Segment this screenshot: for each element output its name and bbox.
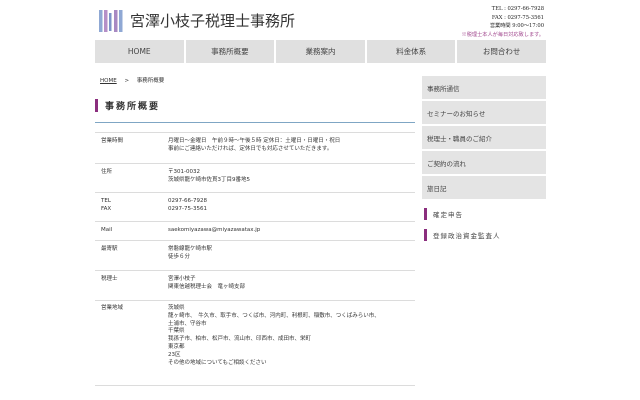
logo-icon[interactable] bbox=[99, 9, 123, 33]
contact-note: ※税理士本人が毎日対応致します。 bbox=[461, 31, 544, 38]
main-nav: HOME 事務所概要 業務案内 料金体系 お問合わせ bbox=[95, 40, 546, 63]
table-row: 最寄駅 常磐線龍ケ崎市駅 徒歩６分 bbox=[95, 240, 415, 270]
sidebar-item-travel-diary[interactable]: 旅日記 bbox=[422, 176, 546, 199]
table-row: 営業時間 月曜日〜金曜日 午前９時〜午後５時 定休日：土曜日・日曜日・祝日 事前… bbox=[95, 132, 415, 163]
page-title: 事務所概要 bbox=[95, 97, 415, 123]
row-label: 営業時間 bbox=[101, 138, 124, 144]
sidebar-item-newsletter[interactable]: 事務所通信 bbox=[422, 76, 546, 99]
sidebar: 事務所通信 セミナーのお知らせ 税理士・職員のご紹介 ご契約の流れ 旅日記 確定… bbox=[422, 76, 546, 241]
tel-number: TEL : 0297-66-7928 bbox=[491, 6, 544, 12]
table-row: 税理士 宮澤小枝子 関東信越税理士会 竜ヶ崎支部 bbox=[95, 270, 415, 300]
sidebar-link-label: 確定申告 bbox=[433, 211, 463, 219]
row-value: 0297-66-7928 0297-75-3561 bbox=[168, 198, 207, 212]
breadcrumb-current: 事務所概要 bbox=[136, 78, 165, 84]
contact-info: TEL : 0297-66-7928 FAX : 0297-75-3561 営業… bbox=[462, 5, 544, 39]
row-value[interactable]: saekomiyazawa@miyazawatax.jp bbox=[168, 227, 415, 240]
sidebar-item-seminar[interactable]: セミナーのお知らせ bbox=[422, 101, 546, 124]
site-title[interactable]: 宮澤小枝子税理士事務所 bbox=[130, 10, 295, 31]
sidebar-item-contract-flow[interactable]: ご契約の流れ bbox=[422, 151, 546, 174]
nav-contact[interactable]: お問合わせ bbox=[457, 40, 546, 63]
nav-services[interactable]: 業務案内 bbox=[276, 40, 365, 63]
sidebar-link-label: 登録政治資金監査人 bbox=[433, 232, 501, 240]
sidebar-item-staff[interactable]: 税理士・職員のご紹介 bbox=[422, 126, 546, 149]
link-accent-bar bbox=[424, 229, 427, 241]
table-row: Mail saekomiyazawa@miyazawatax.jp bbox=[95, 221, 415, 240]
sidebar-link-tax-return[interactable]: 確定申告 bbox=[422, 208, 546, 220]
row-label: 税理士 bbox=[101, 276, 118, 282]
row-label: Mail bbox=[101, 227, 113, 233]
breadcrumb-separator: > bbox=[124, 78, 130, 84]
link-accent-bar bbox=[424, 208, 427, 220]
fax-number: FAX : 0297-75-3561 bbox=[491, 14, 544, 21]
nav-fees[interactable]: 料金体系 bbox=[366, 40, 456, 63]
row-label: 最寄駅 bbox=[101, 246, 118, 252]
table-row: 営業地域 茨城県 龍ヶ崎市、 牛久市、取手市、つくば市、河内町、利根町、稲敷市、… bbox=[95, 300, 415, 386]
title-accent-bar bbox=[95, 99, 98, 112]
page-title-text: 事務所概要 bbox=[105, 102, 161, 112]
row-label: 営業地域 bbox=[101, 305, 124, 311]
row-value: 月曜日〜金曜日 午前９時〜午後５時 定休日：土曜日・日曜日・祝日 事前にご連絡い… bbox=[168, 138, 341, 152]
nav-office-overview[interactable]: 事務所概要 bbox=[185, 40, 275, 63]
table-row: 住所 〒301-0032 茨城県龍ケ崎市佐貫3丁目9番地5 bbox=[95, 163, 415, 192]
row-label: 住所 bbox=[101, 169, 113, 175]
sidebar-link-political-audit[interactable]: 登録政治資金監査人 bbox=[422, 229, 546, 241]
breadcrumb: HOME > 事務所概要 bbox=[100, 76, 164, 84]
row-value: 〒301-0032 茨城県龍ケ崎市佐貫3丁目9番地5 bbox=[168, 169, 250, 183]
breadcrumb-home-link[interactable]: HOME bbox=[100, 78, 117, 84]
nav-home[interactable]: HOME bbox=[95, 40, 184, 63]
row-value: 宮澤小枝子 関東信越税理士会 竜ヶ崎支部 bbox=[168, 276, 246, 290]
office-info-table: 営業時間 月曜日〜金曜日 午前９時〜午後５時 定休日：土曜日・日曜日・祝日 事前… bbox=[95, 132, 415, 386]
site-header: 宮澤小枝子税理士事務所 TEL : 0297-66-7928 FAX : 029… bbox=[0, 0, 640, 40]
row-value: 常磐線龍ケ崎市駅 徒歩６分 bbox=[168, 246, 213, 260]
business-hours: 営業時間 9:00〜17:00 bbox=[489, 23, 544, 29]
row-value: 茨城県 龍ヶ崎市、 牛久市、取手市、つくば市、河内町、利根町、稲敷市、つくばみら… bbox=[168, 305, 380, 366]
row-label: TEL FAX bbox=[101, 198, 112, 212]
table-row: TEL FAX 0297-66-7928 0297-75-3561 bbox=[95, 192, 415, 221]
